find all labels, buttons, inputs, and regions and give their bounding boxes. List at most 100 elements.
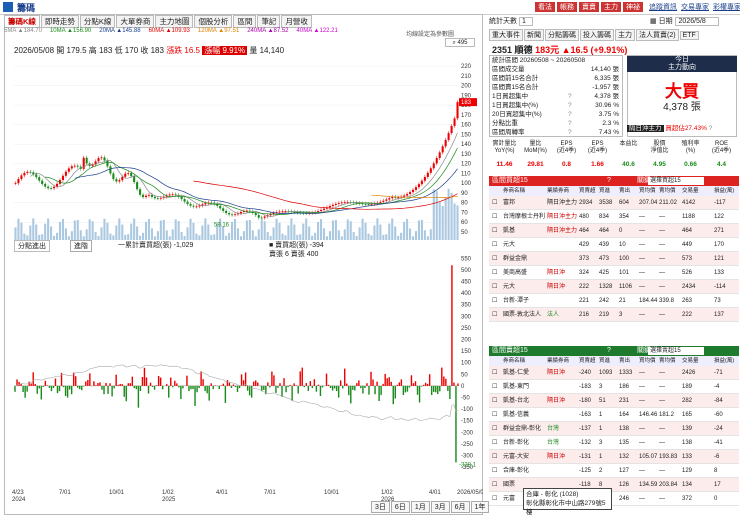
buy-sel-dropdown[interactable]: 選擇買超15 — [648, 177, 704, 185]
broker-name[interactable]: 群益金鼎 — [503, 252, 527, 266]
row-checkbox[interactable]: ☐ — [492, 408, 497, 422]
broker-name[interactable]: 凱基-信義 — [503, 408, 529, 422]
top-button-3[interactable]: 主力 — [601, 2, 621, 12]
stats-help-icon[interactable]: ? — [568, 119, 572, 128]
table-row[interactable]: ☐元大隔日沖22213281106——2434-114 — [489, 280, 739, 294]
broker-name[interactable]: 台新-潭子 — [503, 294, 529, 308]
broker-name[interactable]: 凱基 — [503, 224, 515, 238]
table-row[interactable]: ☐國票-敦北法人法人2162193——222137 — [489, 308, 739, 322]
stats-help-icon[interactable]: ? — [568, 110, 572, 119]
top-button-1[interactable]: 帳務 — [557, 2, 577, 12]
top-button-4[interactable]: 神祕 — [623, 2, 643, 12]
broker-flow-chart[interactable] — [14, 250, 459, 480]
table-row[interactable]: ☐台灣摩根士丹利隔日沖主力480834354——1188122 — [489, 210, 739, 224]
row-checkbox[interactable]: ☐ — [492, 294, 497, 308]
row-checkbox[interactable]: ☐ — [492, 238, 497, 252]
broker-name[interactable]: 凱基-台北 — [503, 394, 529, 408]
stats-help-icon[interactable]: ? — [568, 101, 572, 110]
broker-name[interactable]: 凱基-仁愛 — [503, 366, 529, 380]
table-row[interactable]: ☐凱基-信義-1631164146.46181.2165-60 — [489, 408, 739, 422]
tab-6[interactable]: 區間 — [233, 15, 256, 28]
period-5[interactable]: 1年 — [471, 501, 490, 513]
broker-name[interactable]: 凱基-東門 — [503, 380, 529, 394]
table-row[interactable]: ☐台新-彰化台灣-1323135——138-41 — [489, 436, 739, 450]
date-box[interactable]: ▦ 日期 2026/5/8 — [650, 16, 738, 27]
row-checkbox[interactable]: ☐ — [492, 210, 497, 224]
table-row[interactable]: ☐合庫-彰化-1252127——1298 — [489, 464, 739, 478]
date-input[interactable]: 2026/5/8 — [675, 17, 719, 26]
row-checkbox[interactable]: ☐ — [492, 308, 497, 322]
table-row[interactable]: ☐凱基-台北隔日沖-18051231——282-84 — [489, 394, 739, 408]
stats-help-icon[interactable]: ? — [568, 92, 572, 101]
days-selector[interactable]: 統計天數 1 — [489, 16, 549, 27]
tab-7[interactable]: 筆記 — [257, 15, 280, 28]
broker-name[interactable]: 元富-大安 — [503, 450, 529, 464]
sell-sel-dropdown[interactable]: 選擇賣超15 — [648, 347, 704, 355]
broker-name[interactable]: 合庫-彰化 — [503, 464, 529, 478]
right-tab-0[interactable]: 重大事件 — [489, 29, 523, 41]
row-checkbox[interactable]: ☐ — [492, 380, 497, 394]
broker-name[interactable]: 國票 — [503, 478, 515, 492]
table-row[interactable]: ☐富邦隔日沖主力29343538604207.04211.024142-117 — [489, 196, 739, 210]
tab-8[interactable]: 月營收 — [281, 15, 312, 28]
row-checkbox[interactable]: ☐ — [492, 394, 497, 408]
tab-4[interactable]: 主力地圖 — [155, 15, 193, 28]
broker-name[interactable]: 富邦 — [503, 196, 515, 210]
period-2[interactable]: 1月 — [411, 501, 430, 513]
right-tab-1[interactable]: 新聞 — [524, 29, 544, 41]
top-link-2[interactable]: 彩權專家 — [713, 2, 740, 12]
broker-name[interactable]: 國票-敦北法人 — [503, 308, 541, 322]
table-row[interactable]: ☐元富-大安隔日沖-1311132105.07193.83133-6 — [489, 450, 739, 464]
broker-name[interactable]: 美商高盛 — [503, 266, 527, 280]
period-4[interactable]: 6月 — [451, 501, 470, 513]
row-checkbox[interactable]: ☐ — [492, 492, 497, 506]
top-link-1[interactable]: 交易專家 — [681, 2, 709, 12]
tab-5[interactable]: 個股分析 — [194, 15, 232, 28]
stats-help-icon[interactable]: ? — [568, 128, 572, 137]
broker-name[interactable]: 元富 — [503, 492, 515, 506]
tab-0[interactable]: 籌碼K線 — [4, 15, 40, 28]
table-row[interactable]: ☐元大42943910——449170 — [489, 238, 739, 252]
table-row[interactable]: ☐美商高盛隔日沖324425101——526133 — [489, 266, 739, 280]
row-checkbox[interactable]: ☐ — [492, 450, 497, 464]
buy-help-icon[interactable]: ? — [607, 176, 611, 186]
broker-name[interactable]: 元大 — [503, 238, 515, 252]
table-row[interactable]: ☐凱基隔日沖主力4644640——464271 — [489, 224, 739, 238]
row-checkbox[interactable]: ☐ — [492, 422, 497, 436]
table-row[interactable]: ☐凱基-東門-1833186——189-4 — [489, 380, 739, 394]
mf-help-icon[interactable]: ? — [709, 125, 713, 132]
right-tab-2[interactable]: 分點籌碼 — [545, 29, 579, 41]
top-button-2[interactable]: 賣賣 — [579, 2, 599, 12]
days-value[interactable]: 1 — [519, 17, 533, 26]
period-1[interactable]: 6日 — [391, 501, 410, 513]
sell-help-icon[interactable]: ? — [607, 346, 611, 356]
table-row[interactable]: ☐台新-潭子22124221184.44339.826373 — [489, 294, 739, 308]
right-tab-5[interactable]: 法人買賣(2) — [636, 29, 679, 41]
period-0[interactable]: 3日 — [371, 501, 390, 513]
right-tab-4[interactable]: 主力 — [615, 29, 635, 41]
row-checkbox[interactable]: ☐ — [492, 252, 497, 266]
row-checkbox[interactable]: ☐ — [492, 478, 497, 492]
row-checkbox[interactable]: ☐ — [492, 366, 497, 380]
table-row[interactable]: ☐群益金鼎373473100——573121 — [489, 252, 739, 266]
price-chart[interactable]: 59.16 — [14, 60, 459, 240]
period-3[interactable]: 3月 — [431, 501, 450, 513]
tab-3[interactable]: 大單券商 — [116, 15, 154, 28]
row-checkbox[interactable]: ☐ — [492, 280, 497, 294]
zoom-box[interactable]: ⌕ 495 — [445, 38, 475, 47]
right-tab-3[interactable]: 投入籌碼 — [580, 29, 614, 41]
broker-name[interactable]: 台新-彰化 — [503, 436, 529, 450]
table-row[interactable]: ☐群益金鼎-彰化台灣-1371138——139-24 — [489, 422, 739, 436]
tab-1[interactable]: 即時走勢 — [41, 15, 79, 28]
top-link-0[interactable]: 追蹤資訊 — [649, 2, 677, 12]
row-checkbox[interactable]: ☐ — [492, 266, 497, 280]
row-checkbox[interactable]: ☐ — [492, 224, 497, 238]
table-row[interactable]: ☐凱基-仁愛隔日沖-24010931333——2426-71 — [489, 366, 739, 380]
row-checkbox[interactable]: ☐ — [492, 436, 497, 450]
row-checkbox[interactable]: ☐ — [492, 196, 497, 210]
broker-name[interactable]: 群益金鼎-彰化 — [503, 422, 541, 436]
calendar-icon[interactable]: ▦ — [650, 18, 657, 25]
right-tab-6[interactable]: ETF — [680, 31, 699, 40]
row-checkbox[interactable]: ☐ — [492, 464, 497, 478]
top-button-0[interactable]: 看法 — [535, 2, 555, 12]
